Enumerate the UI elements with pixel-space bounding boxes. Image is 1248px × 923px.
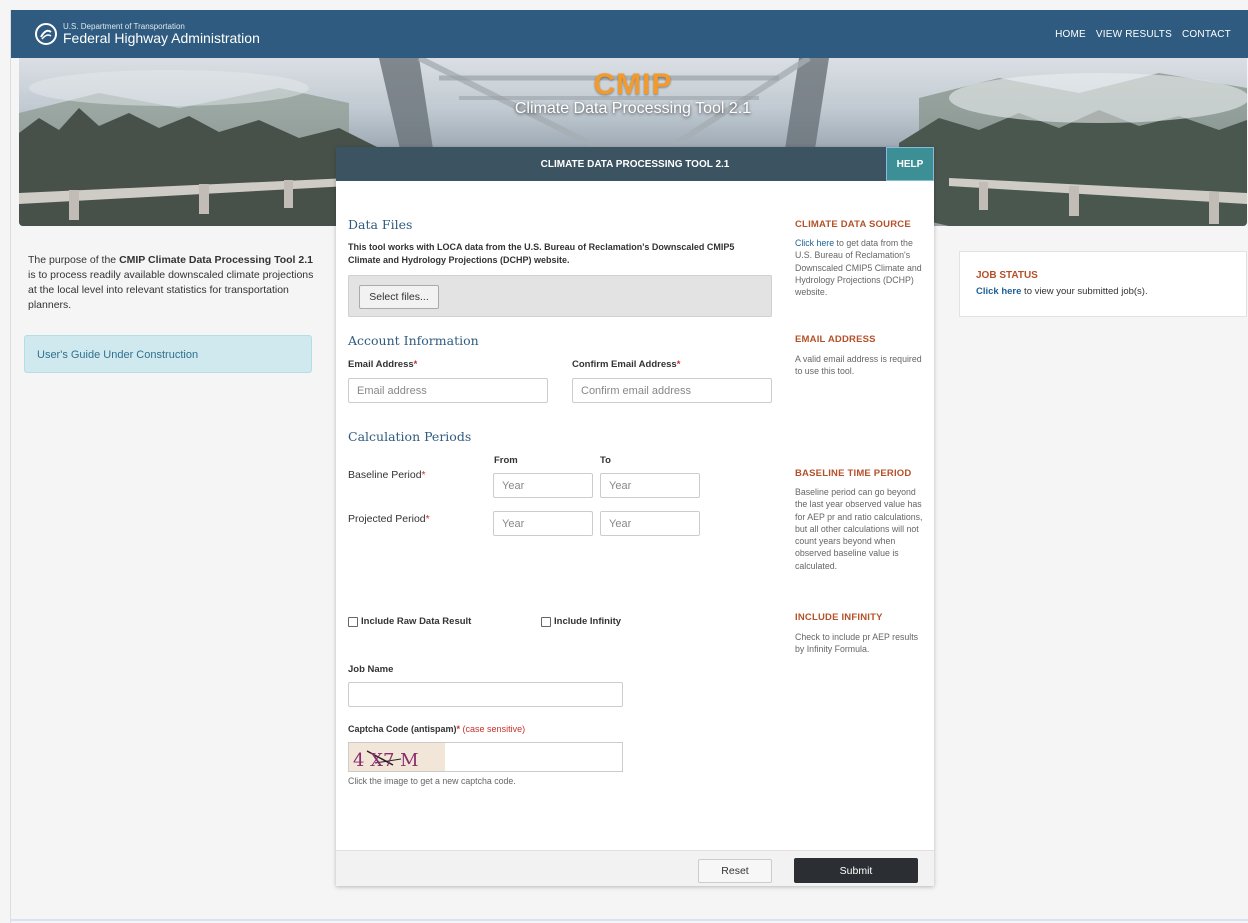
page-bottom-divider [10,919,1248,921]
projected-period-label: Projected Period* [348,513,430,525]
baseline-time-period-heading: BASELINE TIME PERIOD [795,468,912,479]
top-nav: U.S. Department of Transportation Federa… [11,10,1248,58]
nav-contact-link[interactable]: CONTACT [1182,29,1231,40]
captcha-code: 4 X7 M [353,750,419,771]
confirm-email-label-text: Confirm Email Address [572,359,677,370]
baseline-from-year[interactable] [493,473,593,498]
include-raw-data-label: Include Raw Data Result [361,616,472,627]
baseline-time-period-help: Baseline period can go beyond the last y… [795,487,923,571]
account-info-title: Account Information [348,333,479,348]
include-raw-data-checkbox[interactable] [348,616,358,627]
email-address-heading: EMAIL ADDRESS [795,334,876,345]
reset-button[interactable]: Reset [698,859,772,883]
help-button[interactable]: HELP [886,147,934,181]
job-status-link[interactable]: Click here [976,286,1021,297]
panel-title: CLIMATE DATA PROCESSING TOOL 2.1 [540,158,730,170]
intro-text-end: is to process readily available downscal… [28,269,314,311]
captcha-image[interactable]: 4 X7 M [349,743,445,771]
job-status-suffix: to view your submitted job(s). [1021,286,1148,297]
required-mark: * [456,724,461,734]
email-label: Email Address* [348,359,417,370]
baseline-period-text: Baseline Period [348,469,422,481]
include-raw-data-option[interactable]: Include Raw Data Result [348,616,471,627]
form-footer: Reset Submit [336,850,934,886]
include-infinity-option[interactable]: Include Infinity [541,616,621,627]
to-label: To [600,455,611,466]
confirm-email-input[interactable] [572,378,772,403]
climate-data-source-heading: CLIMATE DATA SOURCE [795,219,911,230]
agency-name: Federal Highway Administration [63,30,260,46]
required-mark: * [413,359,418,370]
job-status-heading: JOB STATUS [976,270,1038,281]
submit-button[interactable]: Submit [794,858,918,883]
from-label: From [494,455,518,466]
data-files-title: Data Files [348,217,413,232]
tool-form-panel: CLIMATE DATA PROCESSING TOOL 2.1 HELP Da… [336,147,934,886]
include-infinity-label: Include Infinity [554,616,622,627]
captcha-input[interactable]: 4 X7 M [348,742,623,772]
email-address-help: A valid email address is required to use… [795,354,922,377]
data-files-description: This tool works with LOCA data from the … [348,242,735,265]
required-mark: * [676,359,681,370]
fhwa-brand[interactable]: U.S. Department of Transportation Federa… [35,22,260,46]
email-label-text: Email Address [348,359,414,370]
captcha-case-note: (case sensitive) [462,724,526,734]
climate-data-source-link[interactable]: Click here [795,238,834,248]
intro-text: The purpose of the CMIP Climate Data Pro… [28,253,318,313]
file-drop-zone[interactable]: Select files... [348,275,772,317]
dot-logo-icon [35,23,57,45]
intro-tool-name: CMIP Climate Data Processing Tool 2.1 [119,254,313,266]
captcha-label: Captcha Code (antispam)* (case sensitive… [348,724,525,734]
captcha-label-text: Captcha Code (antispam) [348,724,457,734]
select-files-button[interactable]: Select files... [359,285,439,309]
hero-cmip-title: CMIP [593,68,673,101]
captcha-hint: Click the image to get a new captcha cod… [348,776,516,786]
required-mark: * [425,513,430,525]
job-name-label: Job Name [348,664,394,675]
baseline-to-year[interactable] [600,473,700,498]
nav-view-results-link[interactable]: VIEW RESULTS [1096,29,1172,40]
job-name-input[interactable] [348,682,623,707]
climate-data-source-text: Click here to get data from the U.S. Bur… [795,237,927,298]
projected-to-year[interactable] [600,511,700,536]
job-status-text: Click here to view your submitted job(s)… [976,286,1230,297]
baseline-period-label: Baseline Period* [348,469,426,481]
include-infinity-help: Check to include pr AEP results by Infin… [795,632,919,655]
intro-text-start: The purpose of the [28,254,120,266]
panel-header: CLIMATE DATA PROCESSING TOOL 2.1 [336,147,934,181]
nav-home-link[interactable]: HOME [1055,29,1086,40]
nav-links: HOME VIEW RESULTS CONTACT [1055,29,1231,40]
required-mark: * [421,469,426,481]
calculation-periods-title: Calculation Periods [348,429,472,444]
projected-from-year[interactable] [493,511,593,536]
include-infinity-heading: INCLUDE INFINITY [795,612,883,623]
users-guide-notice: User's Guide Under Construction [24,335,312,373]
hero-subtitle: Climate Data Processing Tool 2.1 [514,100,752,117]
page-frame: U.S. Department of Transportation Federa… [10,10,1248,923]
include-infinity-checkbox[interactable] [541,616,551,627]
projected-period-text: Projected Period [348,513,426,525]
confirm-email-label: Confirm Email Address* [572,359,680,370]
job-status-box: JOB STATUS Click here to view your submi… [959,251,1247,317]
email-input[interactable] [348,378,548,403]
